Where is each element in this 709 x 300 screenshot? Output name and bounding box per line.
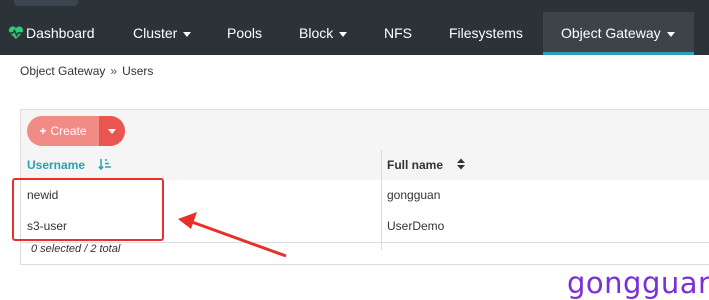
watermark-text: gongguan xyxy=(567,266,709,300)
annotation-arrow-icon xyxy=(178,212,287,258)
